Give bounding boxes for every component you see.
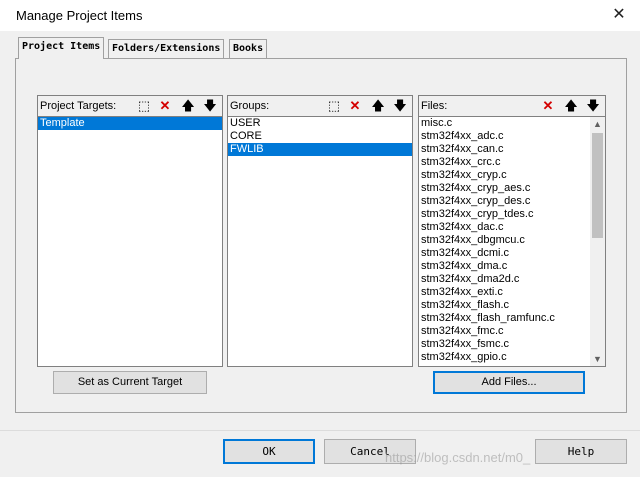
file-item[interactable]: misc.c [419,117,590,130]
files-scrollbar[interactable]: ▲ ▼ [590,117,605,366]
project-targets-label: Project Targets: [40,100,117,112]
add-files-button[interactable]: Add Files... [433,371,585,394]
window-title: Manage Project Items [16,8,143,23]
ok-button[interactable]: OK [223,439,315,464]
scroll-up-icon[interactable]: ▲ [590,117,605,131]
file-item[interactable]: stm32f4xx_cryp.c [419,169,590,182]
project-targets-list[interactable]: Template [38,117,222,366]
files-header: Files: ✕ 🡅 🡇 [419,96,605,117]
new-icon[interactable]: ⬚ [136,98,152,114]
file-item[interactable]: stm32f4xx_fsmc.c [419,338,590,351]
file-item[interactable]: stm32f4xx_flash_ramfunc.c [419,312,590,325]
move-down-icon[interactable]: 🡇 [392,98,408,114]
move-down-icon[interactable]: 🡇 [585,98,601,114]
file-item[interactable]: stm32f4xx_adc.c [419,130,590,143]
scrollbar-thumb[interactable] [592,133,603,238]
new-icon[interactable]: ⬚ [326,98,342,114]
group-item[interactable]: FWLIB [228,143,412,156]
files-box: Files: ✕ 🡅 🡇 misc.c stm32f4xx_adc.c stm32f… [418,95,606,367]
move-up-icon[interactable]: 🡅 [563,98,579,114]
project-targets-box: Project Targets: ⬚ ✕ 🡅 🡇 Template [37,95,223,367]
move-down-icon[interactable]: 🡇 [202,98,218,114]
file-item[interactable]: stm32f4xx_dac.c [419,221,590,234]
project-targets-header: Project Targets: ⬚ ✕ 🡅 🡇 [38,96,222,117]
file-item[interactable]: stm32f4xx_fmc.c [419,325,590,338]
divider [0,430,640,431]
groups-label: Groups: [230,100,270,112]
delete-icon[interactable]: ✕ [347,98,363,114]
file-item[interactable]: stm32f4xx_dbgmcu.c [419,234,590,247]
close-icon[interactable]: ✕ [608,4,630,26]
file-item[interactable]: stm32f4xx_dcmi.c [419,247,590,260]
file-item[interactable]: stm32f4xx_flash.c [419,299,590,312]
file-item[interactable]: stm32f4xx_crc.c [419,156,590,169]
file-item[interactable]: stm32f4xx_gpio.c [419,351,590,364]
files-list[interactable]: misc.c stm32f4xx_adc.c stm32f4xx_can.c stm3… [419,117,605,366]
delete-icon[interactable]: ✕ [157,98,173,114]
watermark: https://blog.csdn.net/m0_ [385,450,531,465]
title-bar: Manage Project Items ✕ [0,0,640,31]
tab-folders-extensions[interactable]: Folders/Extensions [108,39,225,58]
move-up-icon[interactable]: 🡅 [370,98,386,114]
tab-project-items[interactable]: Project Items [18,37,105,59]
groups-header: Groups: ⬚ ✕ 🡅 🡇 [228,96,412,117]
file-item[interactable]: stm32f4xx_can.c [419,143,590,156]
move-up-icon[interactable]: 🡅 [180,98,196,114]
file-item[interactable]: stm32f4xx_cryp_tdes.c [419,208,590,221]
file-item[interactable]: stm32f4xx_cryp_aes.c [419,182,590,195]
scroll-down-icon[interactable]: ▼ [590,352,605,366]
groups-box: Groups: ⬚ ✕ 🡅 🡇 USER CORE FWLIB [227,95,413,367]
help-button[interactable]: Help [535,439,627,464]
groups-list[interactable]: USER CORE FWLIB [228,117,412,366]
group-item[interactable]: CORE [228,130,412,143]
file-item[interactable]: stm32f4xx_dma.c [419,260,590,273]
files-label: Files: [421,100,448,112]
delete-icon[interactable]: ✕ [540,98,556,114]
tab-books[interactable]: Books [229,39,268,58]
target-item[interactable]: Template [38,117,222,130]
file-item[interactable]: stm32f4xx_dma2d.c [419,273,590,286]
group-item[interactable]: USER [228,117,412,130]
file-item[interactable]: stm32f4xx_exti.c [419,286,590,299]
file-item[interactable]: stm32f4xx_cryp_des.c [419,195,590,208]
set-current-target-button[interactable]: Set as Current Target [53,371,207,394]
